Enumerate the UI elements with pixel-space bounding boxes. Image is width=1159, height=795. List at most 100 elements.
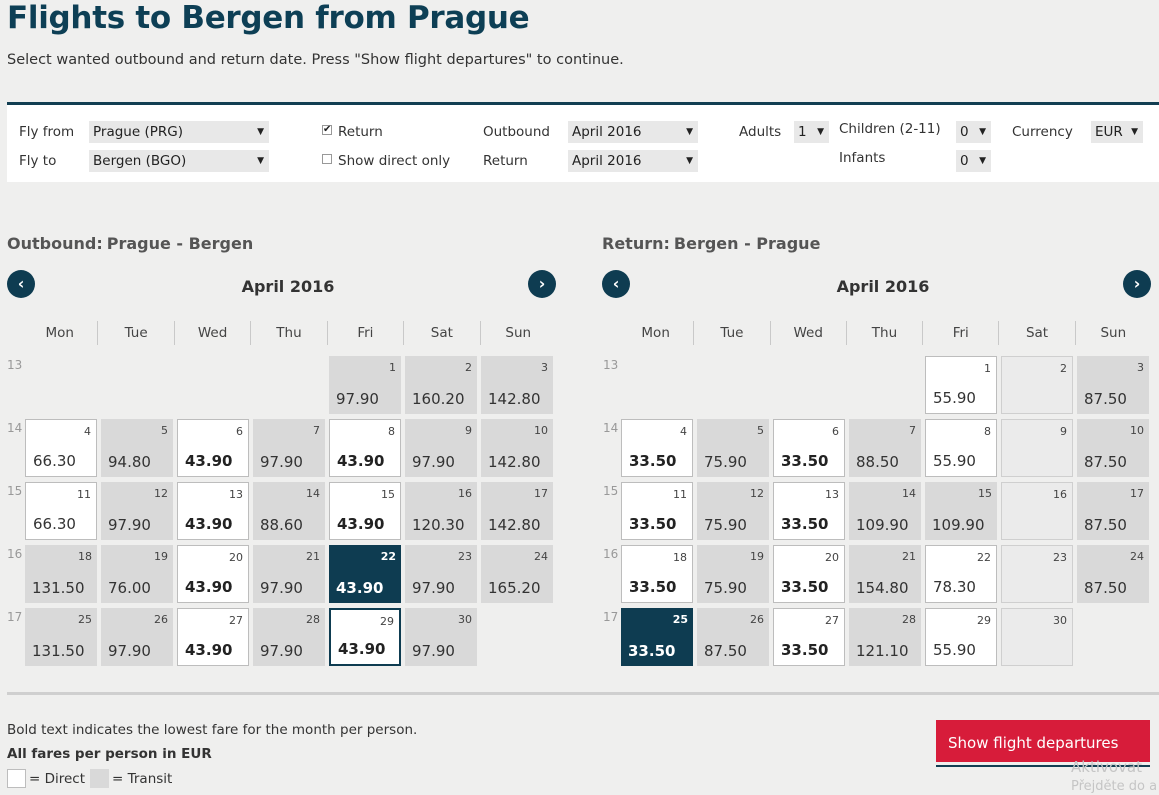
return-day-11[interactable]: 11 33.50 xyxy=(621,482,693,540)
return-checkbox-label[interactable]: Return xyxy=(338,124,383,140)
return-day-19[interactable]: 19 75.90 xyxy=(697,545,769,603)
week-number: 16 xyxy=(7,547,23,561)
outbound-day-26[interactable]: 26 97.90 xyxy=(101,608,173,666)
return-day-3[interactable]: 3 87.50 xyxy=(1077,356,1149,414)
fly-to-label: Fly to xyxy=(19,153,57,169)
return-day-26[interactable]: 26 87.50 xyxy=(697,608,769,666)
outbound-day-22[interactable]: 22 43.90 xyxy=(329,545,401,603)
day-number: 11 xyxy=(673,488,687,501)
fare-price: 142.80 xyxy=(488,453,541,471)
outbound-day-9[interactable]: 9 97.90 xyxy=(405,419,477,477)
return-day-29[interactable]: 29 55.90 xyxy=(925,608,997,666)
outbound-day-27[interactable]: 27 43.90 xyxy=(177,608,249,666)
day-number: 23 xyxy=(458,550,472,563)
activation-watermark-sub: Přejděte do a xyxy=(1071,779,1158,794)
return-day-25[interactable]: 25 33.50 xyxy=(621,608,693,666)
outbound-day-30[interactable]: 30 97.90 xyxy=(405,608,477,666)
fare-price: 142.80 xyxy=(488,390,541,408)
outbound-day-15[interactable]: 15 43.90 xyxy=(329,482,401,540)
day-number: 11 xyxy=(77,488,91,501)
day-number: 3 xyxy=(541,361,548,374)
show-flight-departures-button[interactable]: Show flight departures xyxy=(936,720,1150,762)
outbound-day-17[interactable]: 17 142.80 xyxy=(481,482,553,540)
return-day-15[interactable]: 15 109.90 xyxy=(925,482,997,540)
fare-price: 88.60 xyxy=(260,516,303,534)
infants-select[interactable]: 0 ▼ xyxy=(956,150,991,172)
outbound-day-1[interactable]: 1 97.90 xyxy=(329,356,401,414)
fare-price: 109.90 xyxy=(932,516,985,534)
return-day-4[interactable]: 4 33.50 xyxy=(621,419,693,477)
return-day-22[interactable]: 22 78.30 xyxy=(925,545,997,603)
children-select[interactable]: 0 ▼ xyxy=(956,121,991,143)
outbound-day-10[interactable]: 10 142.80 xyxy=(481,419,553,477)
children-label: Children (2-11) xyxy=(839,121,941,137)
return-day-12[interactable]: 12 75.90 xyxy=(697,482,769,540)
fly-to-select[interactable]: Bergen (BGO) ▼ xyxy=(89,150,269,172)
outbound-day-18[interactable]: 18 131.50 xyxy=(25,545,97,603)
return-month-select[interactable]: April 2016 ▼ xyxy=(568,150,698,172)
fare-price: 165.20 xyxy=(488,579,541,597)
adults-select[interactable]: 1 ▼ xyxy=(794,121,829,143)
return-month-label: Return xyxy=(483,153,528,169)
outbound-day-12[interactable]: 12 97.90 xyxy=(101,482,173,540)
currency-select[interactable]: EUR ▼ xyxy=(1091,121,1143,143)
outbound-day-24[interactable]: 24 165.20 xyxy=(481,545,553,603)
return-day-24[interactable]: 24 87.50 xyxy=(1077,545,1149,603)
fly-from-select[interactable]: Prague (PRG) ▼ xyxy=(89,121,269,143)
day-number: 19 xyxy=(750,550,764,563)
return-day-17[interactable]: 17 87.50 xyxy=(1077,482,1149,540)
return-day-5[interactable]: 5 75.90 xyxy=(697,419,769,477)
return-day-6[interactable]: 6 33.50 xyxy=(773,419,845,477)
return-day-18[interactable]: 18 33.50 xyxy=(621,545,693,603)
outbound-day-5[interactable]: 5 94.80 xyxy=(101,419,173,477)
children-value: 0 xyxy=(960,124,969,140)
outbound-day-21[interactable]: 21 97.90 xyxy=(253,545,325,603)
return-next-month-button[interactable]: › xyxy=(1123,270,1151,298)
week-number: 14 xyxy=(7,421,23,435)
fare-price: 33.50 xyxy=(781,641,829,659)
outbound-day-3[interactable]: 3 142.80 xyxy=(481,356,553,414)
day-number: 13 xyxy=(229,488,243,501)
outbound-day-28[interactable]: 28 97.90 xyxy=(253,608,325,666)
day-number: 12 xyxy=(750,487,764,500)
return-day-20[interactable]: 20 33.50 xyxy=(773,545,845,603)
return-day-21[interactable]: 21 154.80 xyxy=(849,545,921,603)
return-day-7[interactable]: 7 88.50 xyxy=(849,419,921,477)
return-checkbox[interactable]: ✔ xyxy=(322,125,332,135)
outbound-day-6[interactable]: 6 43.90 xyxy=(177,419,249,477)
outbound-day-19[interactable]: 19 76.00 xyxy=(101,545,173,603)
outbound-day-11[interactable]: 11 66.30 xyxy=(25,482,97,540)
fare-price: 97.90 xyxy=(260,579,303,597)
fare-price: 33.50 xyxy=(629,578,677,596)
return-day-27[interactable]: 27 33.50 xyxy=(773,608,845,666)
return-day-13[interactable]: 13 33.50 xyxy=(773,482,845,540)
outbound-day-29[interactable]: 29 43.90 xyxy=(329,608,401,666)
outbound-day-2[interactable]: 2 160.20 xyxy=(405,356,477,414)
return-day-1[interactable]: 1 55.90 xyxy=(925,356,997,414)
return-day-28[interactable]: 28 121.10 xyxy=(849,608,921,666)
outbound-day-13[interactable]: 13 43.90 xyxy=(177,482,249,540)
outbound-day-8[interactable]: 8 43.90 xyxy=(329,419,401,477)
return-day-14[interactable]: 14 109.90 xyxy=(849,482,921,540)
direct-only-checkbox[interactable] xyxy=(322,154,332,164)
outbound-day-16[interactable]: 16 120.30 xyxy=(405,482,477,540)
outbound-day-20[interactable]: 20 43.90 xyxy=(177,545,249,603)
weekday-mon: Mon xyxy=(618,321,695,345)
outbound-day-25[interactable]: 25 131.50 xyxy=(25,608,97,666)
day-number: 21 xyxy=(306,550,320,563)
outbound-day-7[interactable]: 7 97.90 xyxy=(253,419,325,477)
search-panel: Fly from Prague (PRG) ▼ Fly to Bergen (B… xyxy=(7,102,1159,182)
outbound-day-23[interactable]: 23 97.90 xyxy=(405,545,477,603)
day-number: 14 xyxy=(902,487,916,500)
return-day-10[interactable]: 10 87.50 xyxy=(1077,419,1149,477)
outbound-next-month-button[interactable]: › xyxy=(528,270,556,298)
outbound-day-4[interactable]: 4 66.30 xyxy=(25,419,97,477)
outbound-day-14[interactable]: 14 88.60 xyxy=(253,482,325,540)
outbound-month-title: April 2016 xyxy=(241,277,335,296)
fare-price: 87.50 xyxy=(1084,579,1127,597)
return-day-8[interactable]: 8 55.90 xyxy=(925,419,997,477)
direct-only-label[interactable]: Show direct only xyxy=(338,153,450,169)
return-route: Bergen - Prague xyxy=(673,234,821,253)
fare-price: 109.90 xyxy=(856,516,909,534)
outbound-month-select[interactable]: April 2016 ▼ xyxy=(568,121,698,143)
